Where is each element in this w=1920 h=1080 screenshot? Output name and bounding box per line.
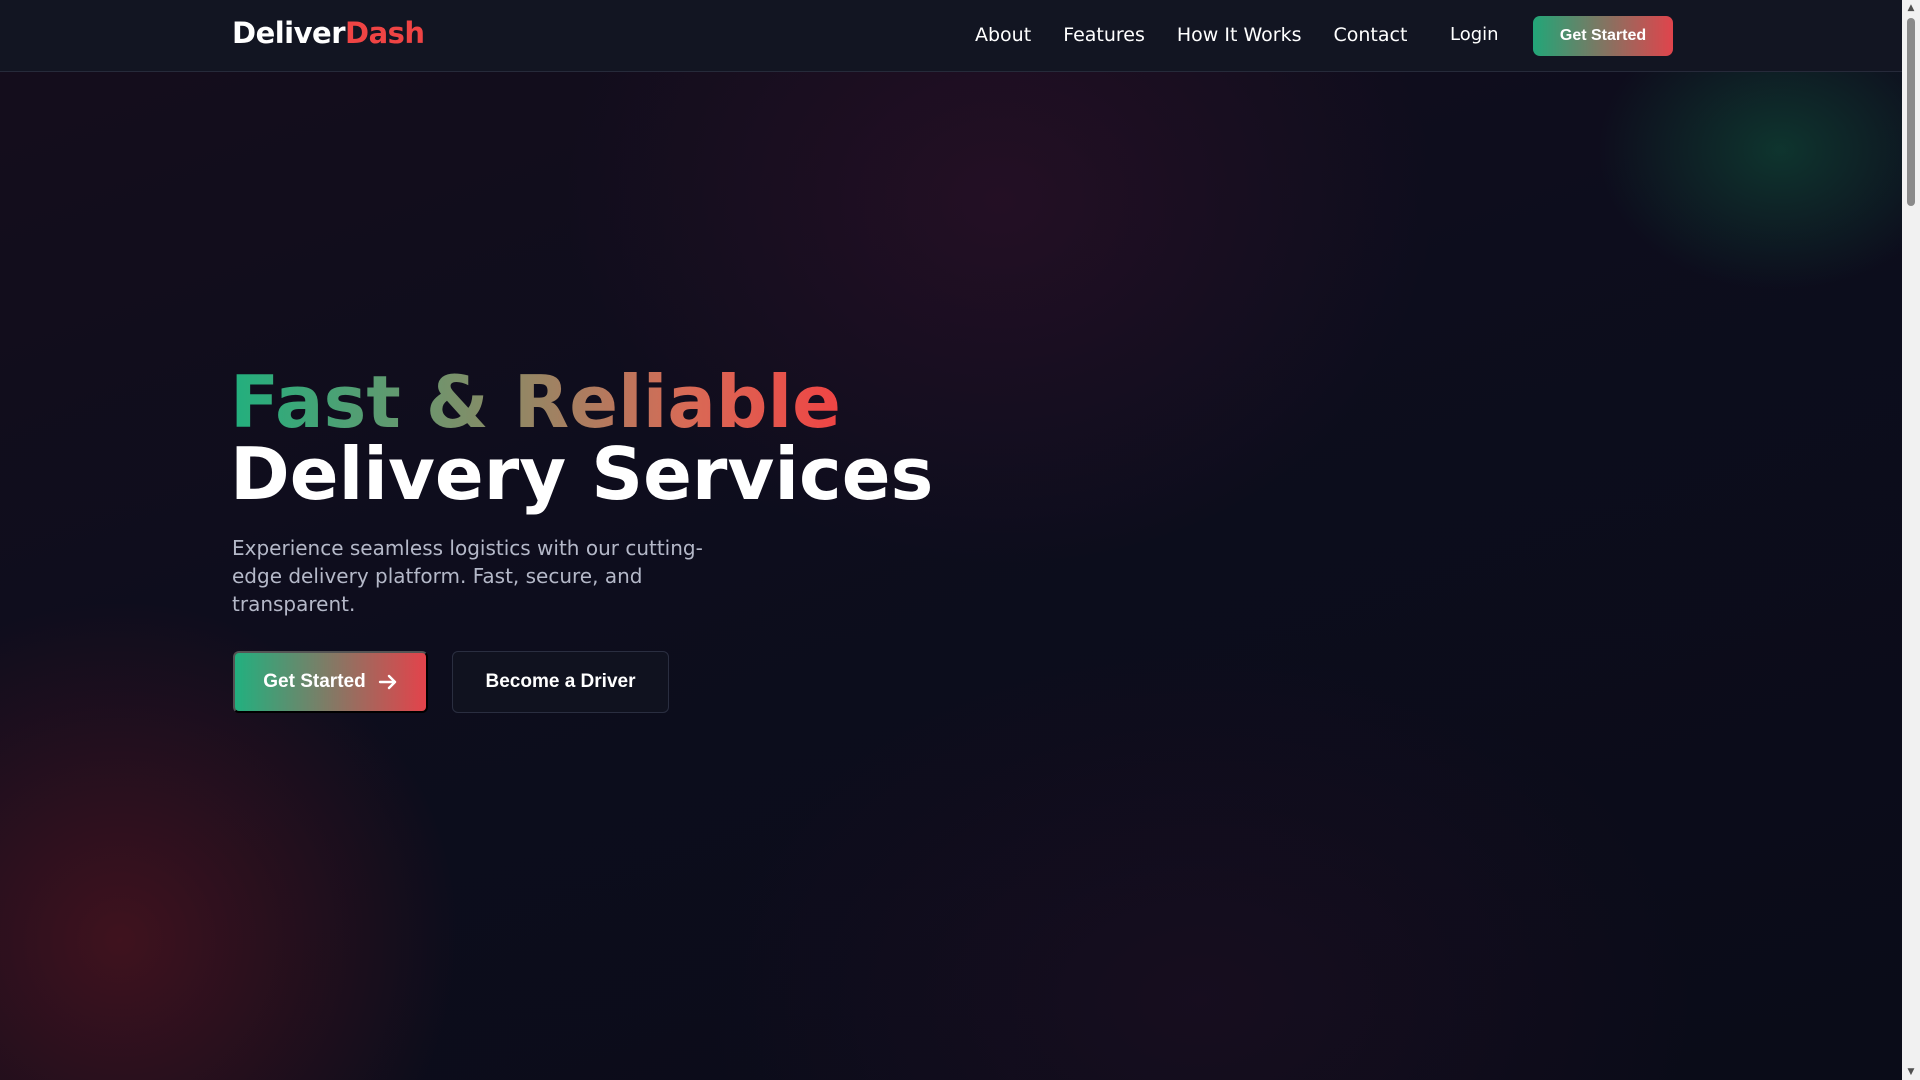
scrollbar-thumb[interactable] [1907,18,1915,206]
nav-link-about[interactable]: About [975,24,1031,46]
arrow-right-icon [378,674,396,690]
page: Deliver Dash About Features How It Works … [0,0,1902,1080]
vertical-scrollbar[interactable]: ▲ ▼ [1902,0,1920,1080]
hero-subtitle: Experience seamless logistics with our c… [232,536,703,616]
nav-link-features[interactable]: Features [1063,24,1145,46]
nav-links: About Features How It Works Contact [975,24,1407,46]
become-driver-button[interactable]: Become a Driver [452,651,669,713]
hero-title-line2: Delivery Services [230,432,934,516]
brand-logo-part2: Dash [345,16,425,50]
nav-get-started-button[interactable]: Get Started [1533,16,1673,56]
nav-link-how-it-works[interactable]: How It Works [1177,24,1302,46]
hero-get-started-label: Get Started [263,671,366,692]
nav-link-contact[interactable]: Contact [1334,24,1408,46]
arrow-down-icon[interactable]: ▼ [1902,1064,1920,1080]
arrow-up-icon[interactable]: ▲ [1902,0,1920,16]
brand-logo[interactable]: Deliver Dash [232,16,425,50]
login-link[interactable]: Login [1450,24,1499,45]
hero-get-started-button[interactable]: Get Started [233,651,428,713]
brand-logo-part1: Deliver [232,16,346,50]
top-navbar: Deliver Dash About Features How It Works … [0,0,1902,72]
